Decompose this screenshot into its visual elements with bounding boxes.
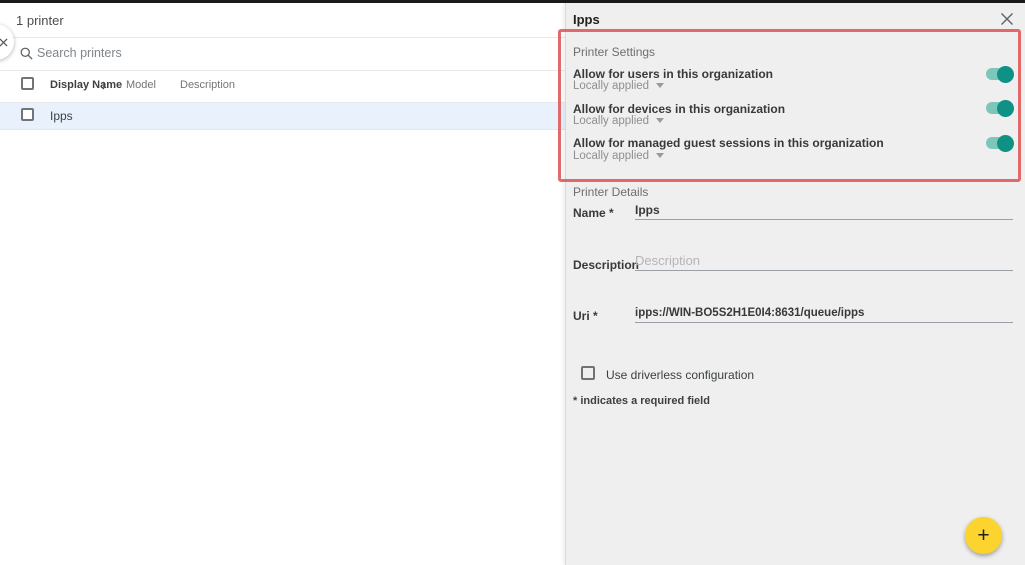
column-header-description[interactable]: Description xyxy=(180,79,235,91)
dropdown-caret-icon xyxy=(656,83,664,88)
toggle-users[interactable] xyxy=(986,68,1012,80)
locally-applied-text: Locally applied xyxy=(573,150,649,162)
description-field[interactable] xyxy=(635,253,1013,271)
sort-descending-icon[interactable]: ↓ xyxy=(100,77,107,92)
printer-detail-panel: Ipps Printer Settings Allow for users in… xyxy=(565,3,1025,565)
close-icon[interactable] xyxy=(1000,12,1014,26)
uri-field[interactable] xyxy=(635,305,1013,323)
locally-applied-dropdown[interactable]: Locally applied xyxy=(573,115,664,127)
row-display-name: Ipps xyxy=(50,103,73,130)
add-printer-button[interactable]: + xyxy=(965,517,1002,554)
panel-collapse-icon xyxy=(0,38,8,47)
panel-title: Ipps xyxy=(573,12,600,27)
toggle-label-guest-sessions: Allow for managed guest sessions in this… xyxy=(573,136,884,150)
printer-count: 1 printer xyxy=(16,13,64,28)
search-icon xyxy=(19,46,34,61)
toggle-guest-sessions[interactable] xyxy=(986,137,1012,149)
column-header-model[interactable]: Model xyxy=(126,79,156,91)
toggle-label-devices: Allow for devices in this organization xyxy=(573,102,785,116)
table-row[interactable]: Ipps xyxy=(0,103,565,130)
name-field[interactable] xyxy=(635,202,1013,220)
divider xyxy=(0,70,565,71)
toggle-thumb xyxy=(997,100,1014,117)
toggle-label-users: Allow for users in this organization xyxy=(573,67,773,81)
driverless-label: Use driverless configuration xyxy=(606,368,754,382)
locally-applied-dropdown[interactable]: Locally applied xyxy=(573,80,664,92)
divider xyxy=(0,37,565,38)
select-all-checkbox[interactable] xyxy=(21,77,34,90)
toggle-devices[interactable] xyxy=(986,102,1012,114)
screen: 1 printer Display Name ↓ Model Descripti… xyxy=(0,0,1025,565)
row-checkbox[interactable] xyxy=(21,108,34,121)
column-header-display-name[interactable]: Display Name xyxy=(50,79,122,91)
add-icon: + xyxy=(977,525,989,546)
toggle-thumb xyxy=(997,135,1014,152)
toggle-thumb xyxy=(997,66,1014,83)
dropdown-caret-icon xyxy=(656,118,664,123)
name-label: Name * xyxy=(573,206,614,220)
search-input[interactable] xyxy=(37,44,437,62)
printer-list-panel: 1 printer Display Name ↓ Model Descripti… xyxy=(0,3,565,565)
required-field-note: * indicates a required field xyxy=(573,395,710,407)
locally-applied-text: Locally applied xyxy=(573,115,649,127)
driverless-checkbox[interactable] xyxy=(581,366,595,380)
locally-applied-text: Locally applied xyxy=(573,80,649,92)
printer-details-heading: Printer Details xyxy=(573,185,648,199)
description-label: Description xyxy=(573,258,639,272)
uri-label: Uri * xyxy=(573,309,598,323)
dropdown-caret-icon xyxy=(656,153,664,158)
locally-applied-dropdown[interactable]: Locally applied xyxy=(573,150,664,162)
printer-settings-heading: Printer Settings xyxy=(573,45,655,59)
